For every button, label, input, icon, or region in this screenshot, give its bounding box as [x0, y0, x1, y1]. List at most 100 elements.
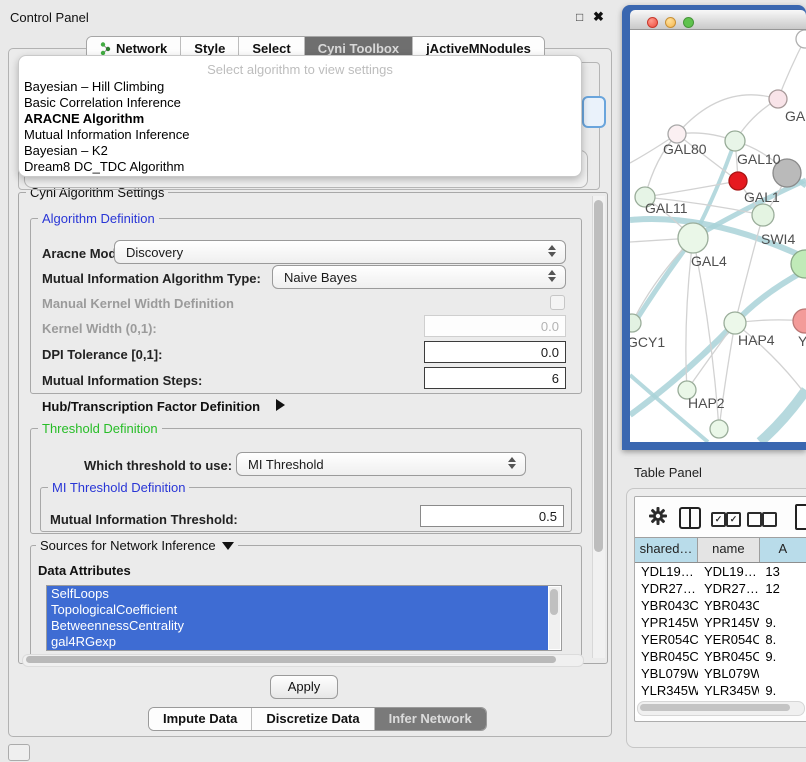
attribute-item-betweennesscentrality[interactable]: BetweennessCentrality [47, 618, 548, 634]
float-window-icon[interactable]: □ [576, 10, 583, 24]
node-bottom[interactable] [710, 420, 728, 438]
node-gal10[interactable] [725, 131, 745, 151]
node-gal4[interactable] [678, 223, 708, 253]
node-gal1[interactable] [752, 204, 774, 226]
footer-tab-discretize-data[interactable]: Discretize Data [252, 708, 374, 730]
table-cell: 8. [759, 631, 806, 648]
algorithm-option-mutual-information-inference[interactable]: Mutual Information Inference [19, 127, 581, 143]
window-titlebar[interactable] [630, 10, 806, 30]
close-panel-icon[interactable]: ✖ [593, 9, 604, 25]
apply-button[interactable]: Apply [270, 675, 338, 699]
scrollbar-thumb[interactable] [26, 656, 556, 663]
aracne-mode-select[interactable]: Discovery [114, 240, 566, 264]
unchecked-checkbox-icon[interactable] [747, 512, 762, 527]
kernel-width-field[interactable]: 0.0 [424, 315, 566, 337]
scrollbar-thumb[interactable] [640, 704, 790, 711]
minimize-window-icon[interactable] [665, 17, 676, 28]
table-row[interactable]: YBR045CYBR045C9. [635, 648, 806, 665]
table-toolbar: ✓ ✓ [635, 497, 806, 537]
table-cell: YDL19… [635, 563, 698, 580]
which-threshold-value: MI Threshold [248, 457, 324, 472]
node-label-gal1: GAL1 [744, 189, 780, 205]
document-icon[interactable] [795, 504, 806, 530]
table-cell: YDR27… [698, 580, 759, 597]
node-red[interactable] [729, 172, 747, 190]
scrollbar-thumb[interactable] [550, 589, 558, 615]
network-canvas[interactable]: GALGAL80GAL10GAL1GAL11SWI4GAL4GCY1HAP4YH… [630, 30, 806, 442]
footer-tab-strip: Impute DataDiscretize DataInfer Network [148, 707, 487, 731]
close-window-icon[interactable] [647, 17, 658, 28]
settings-vertical-scrollbar[interactable] [592, 196, 605, 658]
table-row[interactable]: YPR145WYPR145W9. [635, 614, 806, 631]
node-label-gcy1: GCY1 [630, 334, 665, 350]
table-header-row: shared…nameA [635, 537, 806, 563]
which-threshold-label: Which threshold to use: [84, 458, 232, 473]
footer-tab-infer-network[interactable]: Infer Network [375, 708, 486, 730]
column-header-name[interactable]: name [698, 538, 760, 562]
collapse-arrow-icon[interactable] [222, 542, 234, 550]
algorithm-dropdown-popup: Select algorithm to view settings Bayesi… [18, 55, 582, 177]
footer-tab-impute-data[interactable]: Impute Data [149, 708, 252, 730]
algorithm-option-dream8-dc-tdc-algorithm[interactable]: Dream8 DC_TDC Algorithm [19, 159, 581, 175]
table-row[interactable]: YER054CYER054C8. [635, 631, 806, 648]
node-label-swi4: SWI4 [761, 231, 795, 247]
dpi-tolerance-field[interactable]: 0.0 [424, 341, 566, 363]
gear-icon[interactable] [649, 507, 667, 525]
tab-label: Style [194, 41, 225, 56]
column-header-shared-[interactable]: shared… [635, 538, 698, 562]
mi-type-value: Naive Bayes [284, 270, 357, 285]
hub-definition-label[interactable]: Hub/Transcription Factor Definition [42, 399, 260, 414]
dpi-tolerance-label: DPI Tolerance [0,1]: [42, 347, 162, 362]
manual-kernel-checkbox[interactable] [550, 295, 565, 310]
algorithm-option-bayesian-hill-climbing[interactable]: Bayesian – Hill Climbing [19, 79, 581, 95]
dropdown-prompt: Select algorithm to view settings [19, 56, 581, 79]
attribute-item-topologicalcoefficient[interactable]: TopologicalCoefficient [47, 602, 548, 618]
sources-title[interactable]: Sources for Network Inference [36, 539, 238, 552]
attribute-item-selfloops[interactable]: SelfLoops [47, 586, 548, 602]
node-top-partial[interactable] [796, 30, 806, 48]
table-row[interactable]: YLR345WYLR345W9. [635, 682, 806, 699]
node-salmon[interactable] [793, 309, 806, 333]
mi-steps-field[interactable]: 6 [424, 367, 566, 389]
data-attributes-list[interactable]: SelfLoopsTopologicalCoefficientBetweenne… [46, 585, 562, 651]
mi-type-label: Mutual Information Algorithm Type: [42, 271, 261, 286]
node-table: shared…nameA YDL19…YDL19…13YDR27…YDR27…1… [635, 537, 806, 716]
mi-threshold-field[interactable]: 0.5 [420, 505, 564, 527]
checked-checkbox-icon[interactable]: ✓ [726, 512, 741, 527]
node-pink-gal[interactable] [769, 90, 787, 108]
table-cell [759, 665, 806, 682]
tab-label: Cyni Toolbox [318, 41, 399, 56]
focused-combobox-fragment[interactable] [582, 96, 606, 128]
zoom-window-icon[interactable] [683, 17, 694, 28]
node-label-gal11: GAL11 [645, 200, 688, 216]
list-vertical-scrollbar[interactable] [549, 587, 560, 649]
algorithm-option-aracne-algorithm[interactable]: ARACNE Algorithm [19, 111, 581, 127]
table-cell: YBR045C [698, 648, 759, 665]
table-row[interactable]: YDL19…YDL19…13 [635, 563, 806, 580]
table-row[interactable]: YBL079WYBL079W [635, 665, 806, 682]
split-view-icon[interactable] [679, 507, 701, 529]
node-hap4[interactable] [724, 312, 746, 334]
kernel-width-label: Kernel Width (0,1): [42, 321, 157, 336]
column-header-a[interactable]: A [760, 538, 806, 562]
settings-horizontal-scrollbar[interactable] [22, 654, 584, 667]
table-cell: 9. [759, 614, 806, 631]
table-row[interactable]: YDR27…YDR27…12 [635, 580, 806, 597]
mi-type-select[interactable]: Naive Bayes [272, 265, 566, 289]
attribute-item-gal4rgexp[interactable]: gal4RGexp [47, 634, 548, 650]
algorithm-option-basic-correlation-inference[interactable]: Basic Correlation Inference [19, 95, 581, 111]
unchecked-checkbox-icon[interactable] [762, 512, 777, 527]
manual-kernel-label: Manual Kernel Width Definition [42, 296, 234, 311]
table-cell: YDL19… [698, 563, 759, 580]
checked-checkbox-icon[interactable]: ✓ [711, 512, 726, 527]
table-horizontal-scrollbar[interactable] [637, 701, 805, 716]
mi-threshold-label: Mutual Information Threshold: [50, 512, 238, 527]
table-cell: YBR043C [698, 597, 759, 614]
tab-label: Select [252, 41, 290, 56]
expand-arrow-icon[interactable] [276, 399, 285, 411]
algorithm-option-bayesian-k2[interactable]: Bayesian – K2 [19, 143, 581, 159]
table-row[interactable]: YBR043CYBR043C [635, 597, 806, 614]
which-threshold-select[interactable]: MI Threshold [236, 452, 526, 476]
collapsed-panel-icon[interactable] [8, 744, 30, 761]
scrollbar-thumb[interactable] [594, 200, 603, 552]
